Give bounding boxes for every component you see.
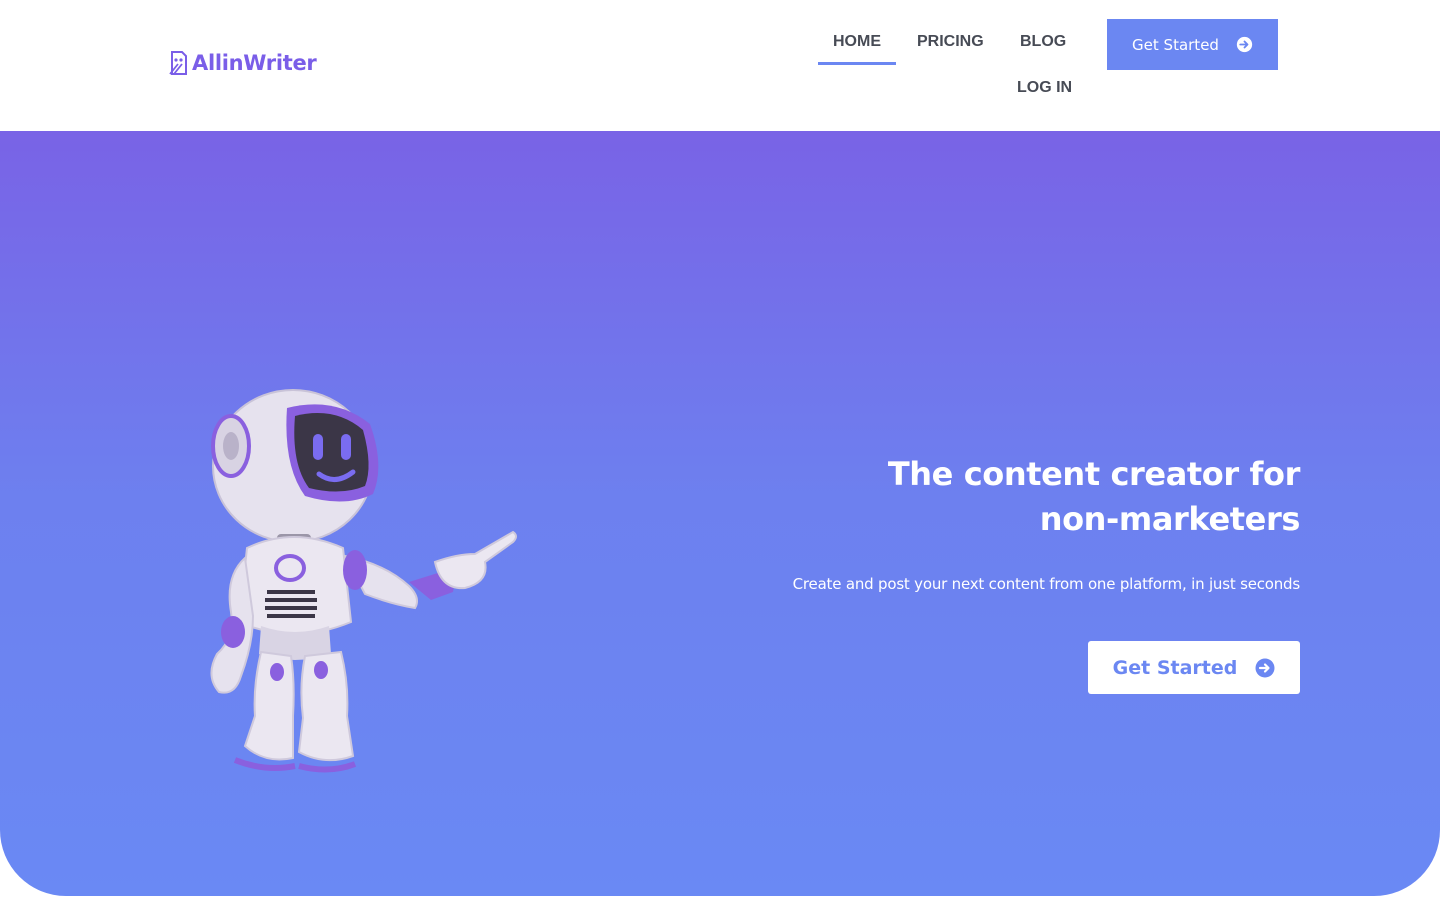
nav-home-label: HOME	[833, 33, 881, 50]
nav-pricing[interactable]: PRICING	[917, 33, 984, 51]
pen-robot-logo-icon	[169, 51, 187, 75]
header-get-started-button[interactable]: Get Started	[1107, 19, 1278, 70]
hero-get-started-label: Get Started	[1112, 656, 1238, 679]
hero-title-line-2: non-marketers	[1039, 500, 1301, 538]
hero-title: The content creator for non-marketers	[700, 452, 1301, 542]
hero-title-line-1: The content creator for	[887, 455, 1301, 493]
brand-logo[interactable]: AllinWriter	[168, 48, 317, 78]
hero-section: The content creator for non-marketers Cr…	[0, 131, 1440, 896]
nav-blog[interactable]: BLOG	[1020, 33, 1066, 51]
arrow-circle-right-icon	[1236, 36, 1253, 53]
hero-get-started-button[interactable]: Get Started	[1088, 641, 1300, 694]
site-header: AllinWriter HOME PRICING BLOG LOG IN Get…	[0, 0, 1440, 131]
robot-pointing-illustration	[210, 389, 517, 773]
header-get-started-label: Get Started	[1132, 35, 1219, 54]
hero-subtitle: Create and post your next content from o…	[792, 575, 1301, 593]
nav-home[interactable]: HOME	[818, 22, 896, 65]
nav-login[interactable]: LOG IN	[1017, 79, 1072, 97]
arrow-circle-right-icon	[1255, 658, 1275, 677]
active-nav-underline	[818, 62, 896, 65]
brand-name: AllinWriter	[192, 51, 317, 75]
